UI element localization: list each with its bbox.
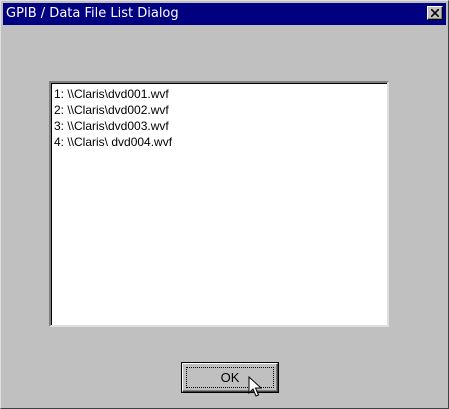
dialog-window: GPIB / Data File List Dialog 1: \\Claris… [0,0,449,409]
list-item[interactable]: 3: \\Claris\dvd003.wvf [54,118,387,134]
title-bar[interactable]: GPIB / Data File List Dialog [3,3,446,25]
ok-button-label: OK [220,370,240,385]
ok-button[interactable]: OK [181,362,279,393]
close-button[interactable] [427,6,443,20]
file-listbox[interactable]: 1: \\Claris\dvd001.wvf 2: \\Claris\dvd00… [49,81,389,327]
list-item[interactable]: 4: \\Claris\ dvd004.wvf [54,134,387,150]
list-item[interactable]: 2: \\Claris\dvd002.wvf [54,102,387,118]
mouse-pointer-icon [248,376,262,397]
window-title: GPIB / Data File List Dialog [6,6,179,21]
close-icon [431,9,439,17]
list-item[interactable]: 1: \\Claris\dvd001.wvf [54,86,387,102]
